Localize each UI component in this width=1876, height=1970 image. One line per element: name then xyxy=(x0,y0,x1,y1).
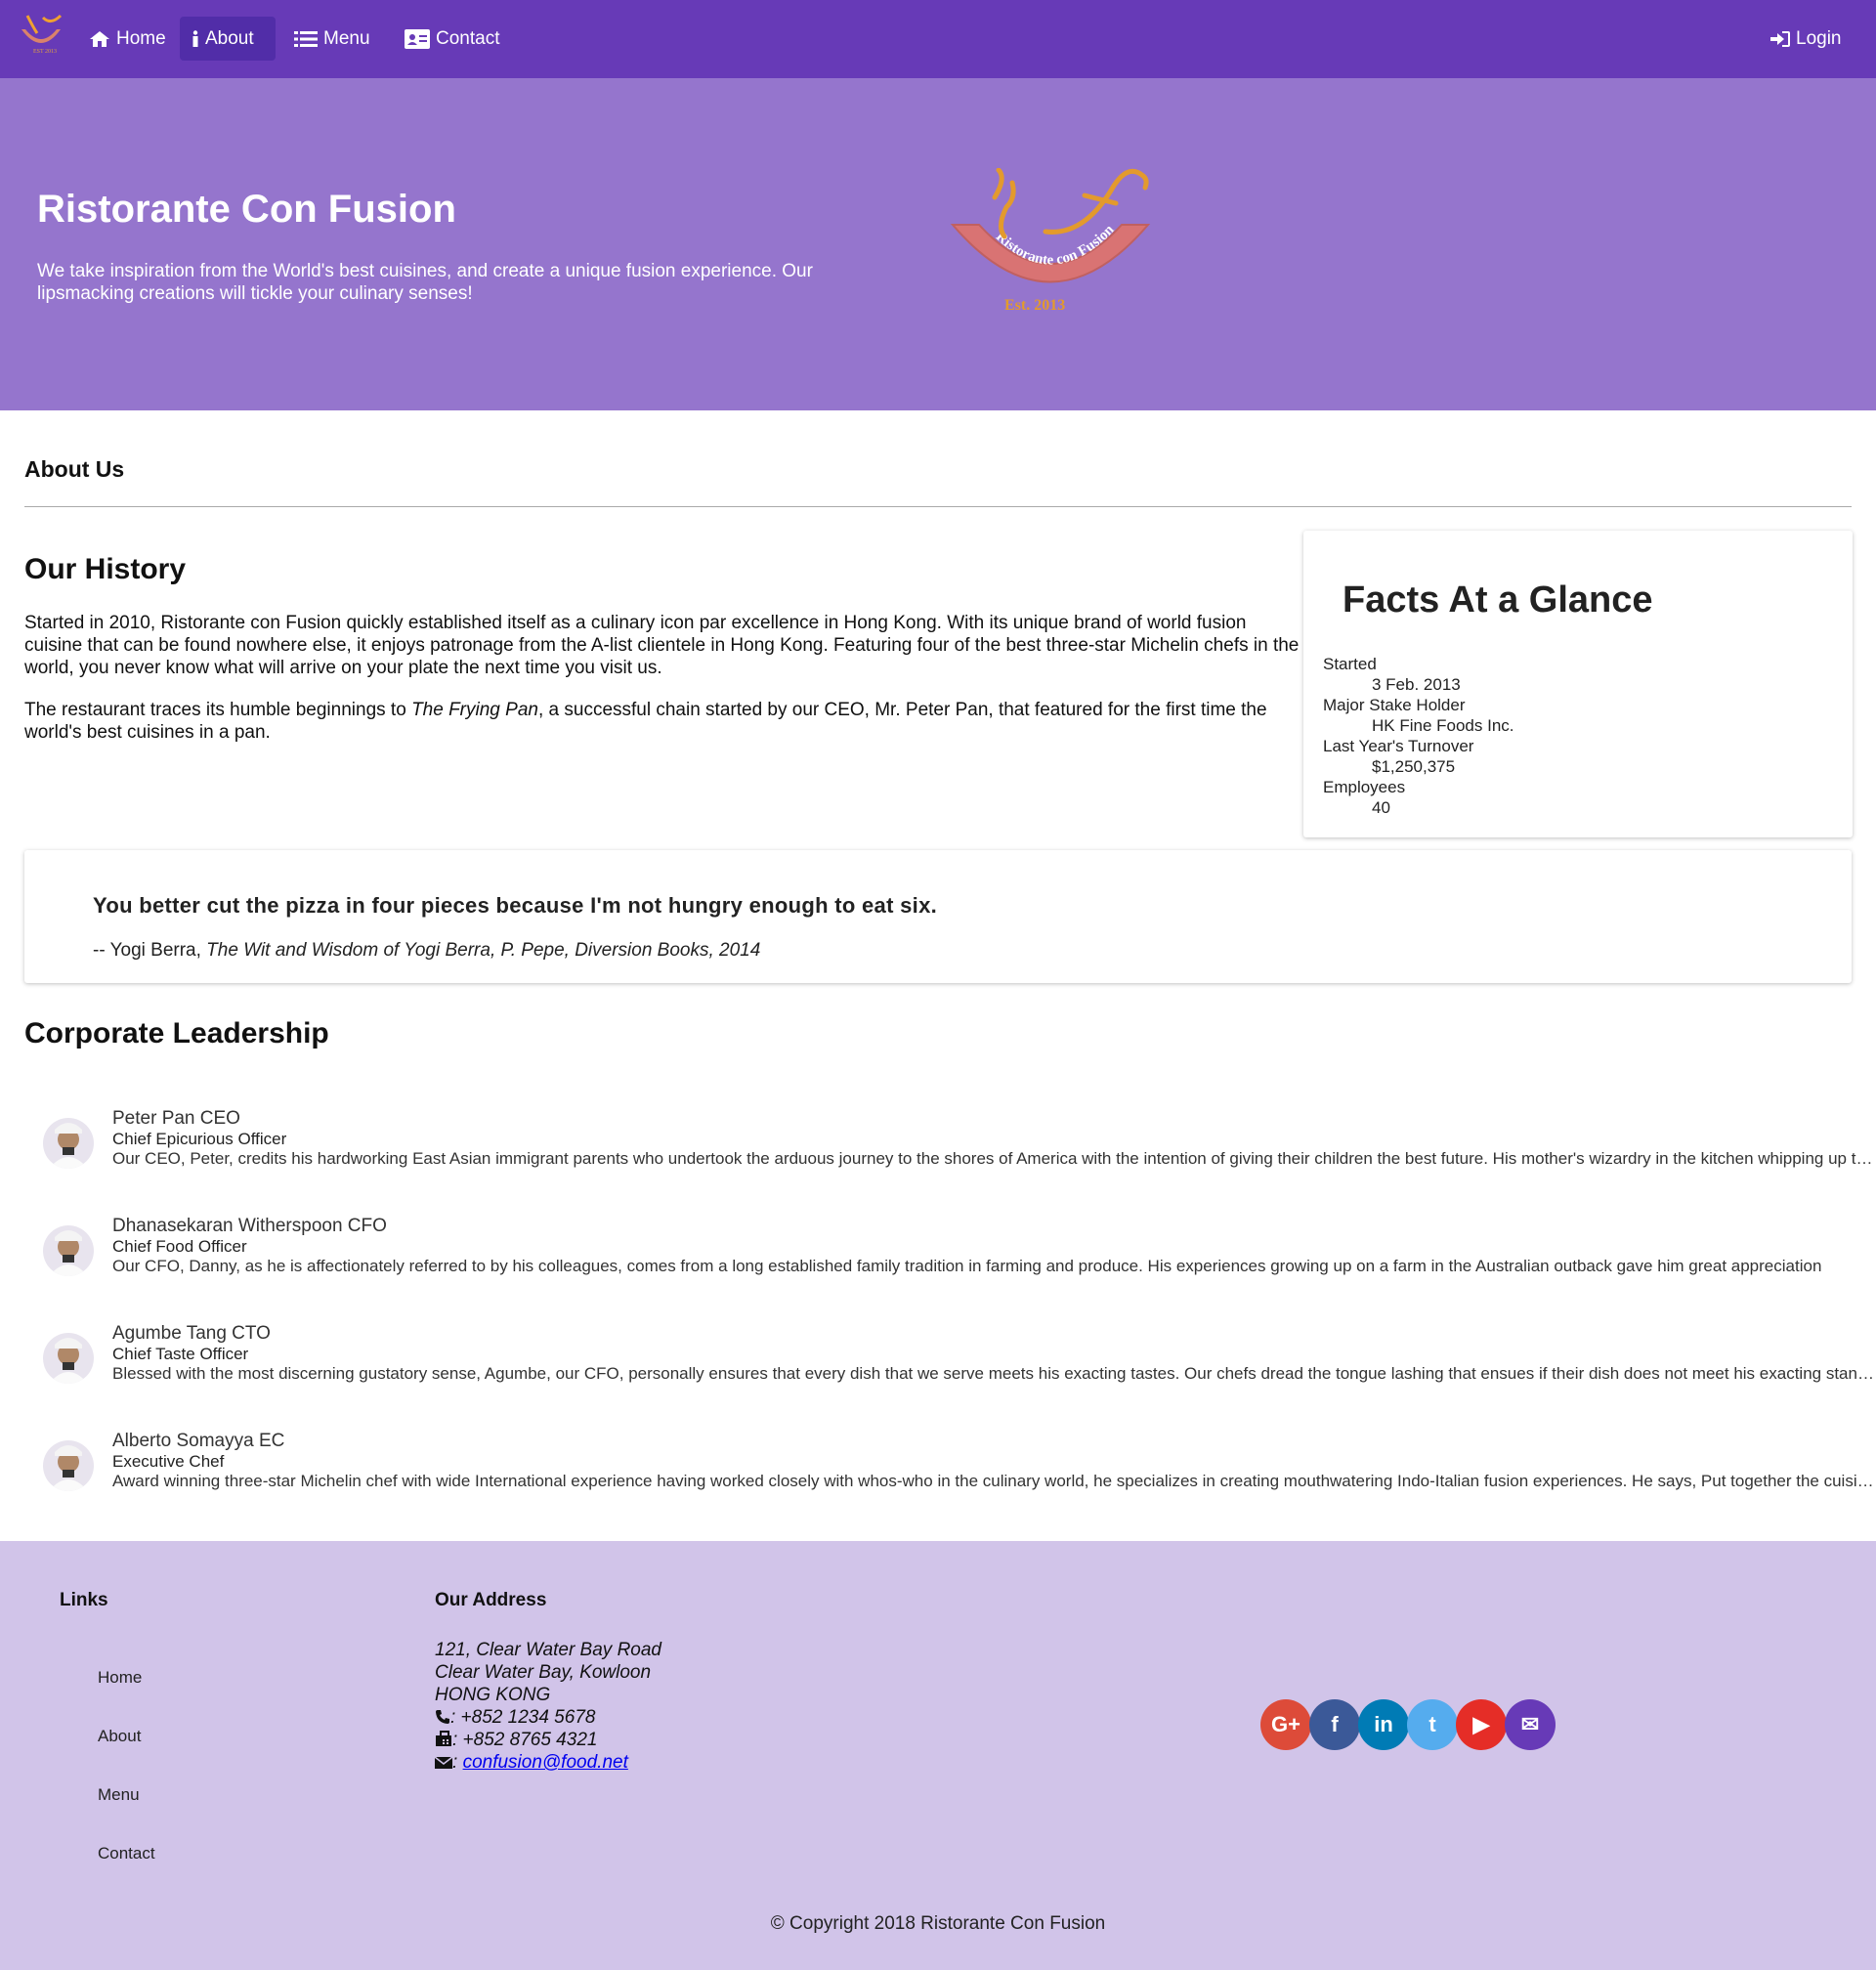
quote-source: The Wit and Wisdom of Yogi Berra, P. Pep… xyxy=(206,940,761,961)
page-title: About Us xyxy=(24,456,125,482)
frying-pan-emphasis: The Frying Pan xyxy=(411,700,538,720)
address-card-icon xyxy=(405,28,430,49)
sign-in-icon xyxy=(1770,30,1790,47)
leader-role: Chief Taste Officer xyxy=(112,1345,249,1363)
footer-link-home[interactable]: Home xyxy=(98,1668,142,1688)
footer-link-contact[interactable]: Contact xyxy=(98,1844,155,1863)
fact-value: HK Fine Foods Inc. xyxy=(1372,716,1514,735)
list-icon xyxy=(294,30,318,47)
home-icon xyxy=(90,30,109,47)
leader-name: Peter Pan CEO xyxy=(112,1108,240,1129)
google-plus-icon[interactable]: G+ xyxy=(1260,1699,1311,1750)
fact-label: Major Stake Holder xyxy=(1323,696,1466,714)
fact-value: 3 Feb. 2013 xyxy=(1372,675,1461,694)
leader-item: Dhanasekaran Witherspoon CFO Chief Food … xyxy=(43,1216,1837,1294)
fact-value: $1,250,375 xyxy=(1372,757,1456,776)
fax-number: : +852 8765 4321 xyxy=(452,1730,598,1750)
email-link[interactable]: confusion@food.net xyxy=(463,1752,628,1773)
leader-item: Peter Pan CEO Chief Epicurious Officer O… xyxy=(43,1108,1876,1186)
info-icon xyxy=(192,29,198,47)
restaurant-logo: Ristorante con Fusion Est. 2013 xyxy=(950,168,1151,314)
avatar xyxy=(43,1118,94,1169)
footer-links-title: Links xyxy=(60,1590,108,1610)
fact-label: Started xyxy=(1323,655,1377,673)
nav-home[interactable]: Home xyxy=(77,17,178,61)
footer: Links Home About Menu Contact Our Addres… xyxy=(0,1541,1876,1970)
login-label: Login xyxy=(1796,27,1842,49)
linkedin-icon[interactable]: in xyxy=(1358,1699,1409,1750)
facts-list: Started 3 Feb. 2013 Major Stake Holder H… xyxy=(1323,654,1514,818)
fact-value: 40 xyxy=(1372,798,1390,817)
fact-label: Last Year's Turnover xyxy=(1323,737,1474,755)
leader-description: Award winning three-star Michelin chef w… xyxy=(112,1472,1876,1490)
history-paragraph-1: Started in 2010, Ristorante con Fusion q… xyxy=(24,613,1300,678)
copyright: © Copyright 2018 Ristorante Con Fusion xyxy=(770,1913,1106,1934)
divider xyxy=(24,506,1852,507)
phone-icon xyxy=(436,1710,449,1724)
jumbotron: Ristorante Con Fusion We take inspiratio… xyxy=(0,78,1876,410)
restaurant-title: Ristorante Con Fusion xyxy=(37,188,456,231)
nav-contact-label: Contact xyxy=(436,27,500,49)
nav-menu[interactable]: Menu xyxy=(282,17,382,61)
leader-role: Chief Food Officer xyxy=(112,1237,247,1256)
restaurant-tagline: We take inspiration from the World's bes… xyxy=(37,261,813,304)
fact-label: Employees xyxy=(1323,778,1406,796)
address-line: 121, Clear Water Bay Road xyxy=(435,1640,661,1660)
leader-item: Agumbe Tang CTO Chief Taste Officer Bles… xyxy=(43,1323,1876,1401)
email-line: : confusion@food.net xyxy=(434,1751,661,1774)
login-button[interactable]: Login xyxy=(1759,17,1854,61)
twitter-icon[interactable]: t xyxy=(1407,1699,1458,1750)
facts-card: Facts At a Glance Started 3 Feb. 2013 Ma… xyxy=(1303,531,1853,837)
leader-description: Blessed with the most discerning gustato… xyxy=(112,1364,1876,1383)
quote-text: You better cut the pizza in four pieces … xyxy=(93,893,938,918)
nav-home-label: Home xyxy=(116,27,166,49)
leader-description: Our CEO, Peter, credits his hardworking … xyxy=(112,1149,1876,1168)
facebook-icon[interactable]: f xyxy=(1309,1699,1360,1750)
mail-icon[interactable]: ✉ xyxy=(1505,1699,1556,1750)
envelope-icon xyxy=(434,1756,453,1769)
history-heading: Our History xyxy=(24,553,187,585)
footer-link-about[interactable]: About xyxy=(98,1727,141,1746)
footer-address: 121, Clear Water Bay Road Clear Water Ba… xyxy=(434,1639,661,1774)
address-line: HONG KONG xyxy=(435,1685,551,1705)
quote-attribution: -- Yogi Berra, The Wit and Wisdom of Yog… xyxy=(93,940,761,961)
leader-name: Alberto Somayya EC xyxy=(112,1431,285,1451)
nav-menu-label: Menu xyxy=(323,27,370,49)
facts-title: Facts At a Glance xyxy=(1343,579,1653,621)
logo-est-text: Est. 2013 xyxy=(1004,297,1065,314)
leader-description: Our CFO, Danny, as he is affectionately … xyxy=(112,1257,1822,1275)
quote-card: You better cut the pizza in four pieces … xyxy=(24,850,1852,983)
nav-contact[interactable]: Contact xyxy=(393,17,511,61)
leader-item: Alberto Somayya EC Executive Chef Award … xyxy=(43,1431,1876,1509)
nav-about-label: About xyxy=(205,27,254,49)
fax-icon xyxy=(436,1731,451,1746)
footer-address-title: Our Address xyxy=(435,1590,547,1610)
address-line: Clear Water Bay, Kowloon xyxy=(435,1662,652,1683)
leader-role: Chief Epicurious Officer xyxy=(112,1130,287,1148)
svg-text:EST 2013: EST 2013 xyxy=(33,49,57,55)
avatar xyxy=(43,1333,94,1384)
nav-about[interactable]: About xyxy=(180,17,276,61)
brand-logo[interactable]: EST 2013 xyxy=(18,12,64,55)
youtube-icon[interactable]: ▶ xyxy=(1456,1699,1507,1750)
fax-line: : +852 8765 4321 xyxy=(435,1729,661,1751)
leadership-heading: Corporate Leadership xyxy=(24,1017,329,1049)
avatar xyxy=(43,1225,94,1276)
leader-name: Agumbe Tang CTO xyxy=(112,1323,271,1344)
avatar xyxy=(43,1440,94,1491)
leader-name: Dhanasekaran Witherspoon CFO xyxy=(112,1216,387,1236)
leader-role: Executive Chef xyxy=(112,1452,225,1471)
navbar: EST 2013 Home About Menu Contact Login xyxy=(0,0,1876,78)
phone-line: : +852 1234 5678 xyxy=(435,1706,661,1729)
phone-number: : +852 1234 5678 xyxy=(450,1707,596,1728)
footer-link-menu[interactable]: Menu xyxy=(98,1785,140,1805)
history-paragraph-2: The restaurant traces its humble beginni… xyxy=(24,700,1267,743)
